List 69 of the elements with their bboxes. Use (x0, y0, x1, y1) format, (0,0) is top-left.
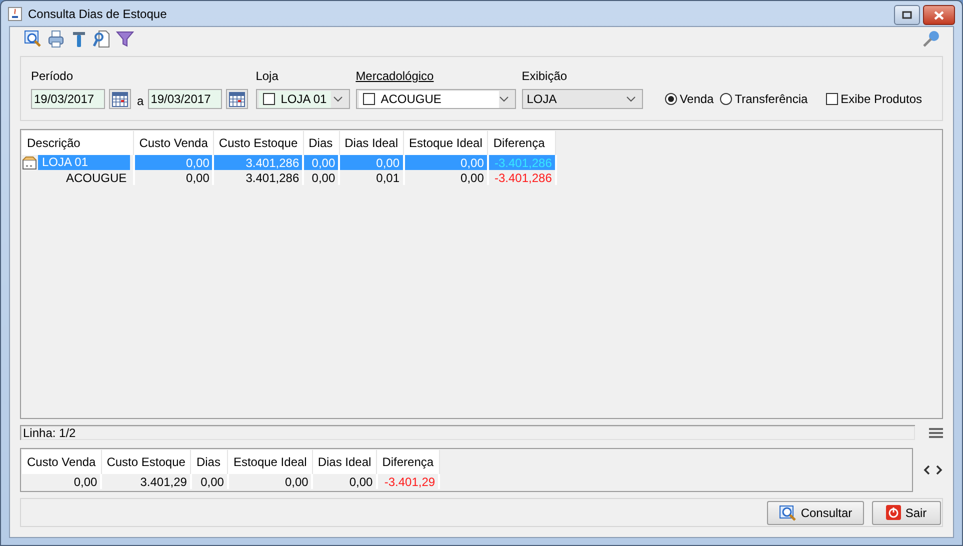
table-cell: 0,00 (460, 170, 484, 184)
display-dropdown[interactable]: LOJA (522, 89, 643, 109)
radio-option[interactable]: Transferência (720, 92, 808, 106)
column-header[interactable]: Custo Estoque (213, 131, 304, 155)
table-cell: 3.401,286 (246, 156, 300, 170)
category-dropdown[interactable]: ACOUGUE (356, 89, 516, 109)
restore-button[interactable] (894, 5, 920, 25)
table-cell: 0,00 (186, 156, 210, 170)
search-icon (778, 504, 797, 520)
window-title: Consulta Dias de Estoque (28, 6, 167, 20)
column-header: Custo Venda (22, 450, 102, 474)
store-label: Loja (256, 69, 280, 83)
column-header[interactable]: Diferença (488, 131, 556, 155)
filter-icon[interactable] (116, 30, 134, 48)
column-header: Estoque Ideal (228, 450, 312, 474)
products-checkbox[interactable]: Exibe Produtos (826, 92, 922, 106)
folder-icon[interactable] (22, 156, 37, 170)
total-cell: 0,00 (200, 474, 224, 488)
close-button[interactable] (923, 5, 955, 25)
table-cell: 3.401,286 (246, 170, 300, 184)
date-separator: a (137, 94, 144, 108)
column-header[interactable]: Dias Ideal (339, 131, 404, 155)
table-cell: LOJA 01 (38, 155, 130, 170)
column-header: Custo Estoque (101, 450, 191, 474)
date-field[interactable]: 19/03/2017 (148, 89, 222, 109)
search-button[interactable]: Consultar (767, 500, 864, 524)
total-cell: 0,00 (284, 474, 308, 488)
column-header[interactable]: Custo Venda (134, 131, 214, 155)
table-cell: 0,00 (460, 156, 484, 170)
restore-icon (902, 11, 912, 19)
column-header: Dias Ideal (312, 450, 377, 474)
table-cell: 0,00 (376, 156, 400, 170)
menu-icon[interactable] (929, 428, 943, 438)
date-field[interactable]: 19/03/2017 (31, 89, 105, 109)
total-cell: 0,00 (74, 474, 98, 488)
total-cell: -3.401,29 (384, 474, 436, 488)
calendar-button[interactable] (109, 89, 131, 109)
calendar-button[interactable] (226, 89, 248, 109)
period-label: Período (31, 69, 74, 83)
column-header[interactable]: Descrição (22, 131, 134, 155)
search-icon[interactable] (24, 30, 42, 48)
table-cell: 0,00 (186, 170, 210, 184)
checkbox[interactable] (262, 93, 275, 105)
total-cell: 3.401,29 (140, 474, 187, 488)
total-cell: 0,00 (349, 474, 373, 488)
caret-icon (626, 96, 636, 102)
column-header[interactable]: Estoque Ideal (404, 131, 488, 155)
category-label: Mercadológico (356, 69, 435, 83)
caret-icon (332, 96, 343, 102)
row-counter: Linha: 1/2 (23, 426, 76, 440)
radio-option[interactable]: Venda (664, 92, 714, 106)
column-header: Dias (190, 450, 228, 474)
display-label: Exibição (522, 69, 568, 83)
exit-button[interactable]: Sair (872, 500, 941, 524)
column-header[interactable]: Dias (303, 131, 340, 155)
power-icon (886, 505, 902, 520)
printer-icon[interactable] (47, 30, 65, 48)
table-cell: -3.401,286 (494, 156, 552, 170)
table-cell: 0,00 (312, 170, 336, 184)
table-cell-text: ACOUGUE (65, 170, 128, 184)
table-cell: 0,00 (312, 156, 336, 170)
caret-icon (498, 96, 509, 102)
store-dropdown[interactable]: LOJA 01 (256, 89, 350, 109)
checkbox[interactable] (362, 93, 375, 105)
column-header: Diferença (376, 450, 440, 474)
table-cell: -3.401,286 (494, 170, 552, 184)
close-icon (934, 10, 944, 20)
table-cell: 0,01 (376, 170, 400, 184)
app-icon (8, 6, 22, 20)
